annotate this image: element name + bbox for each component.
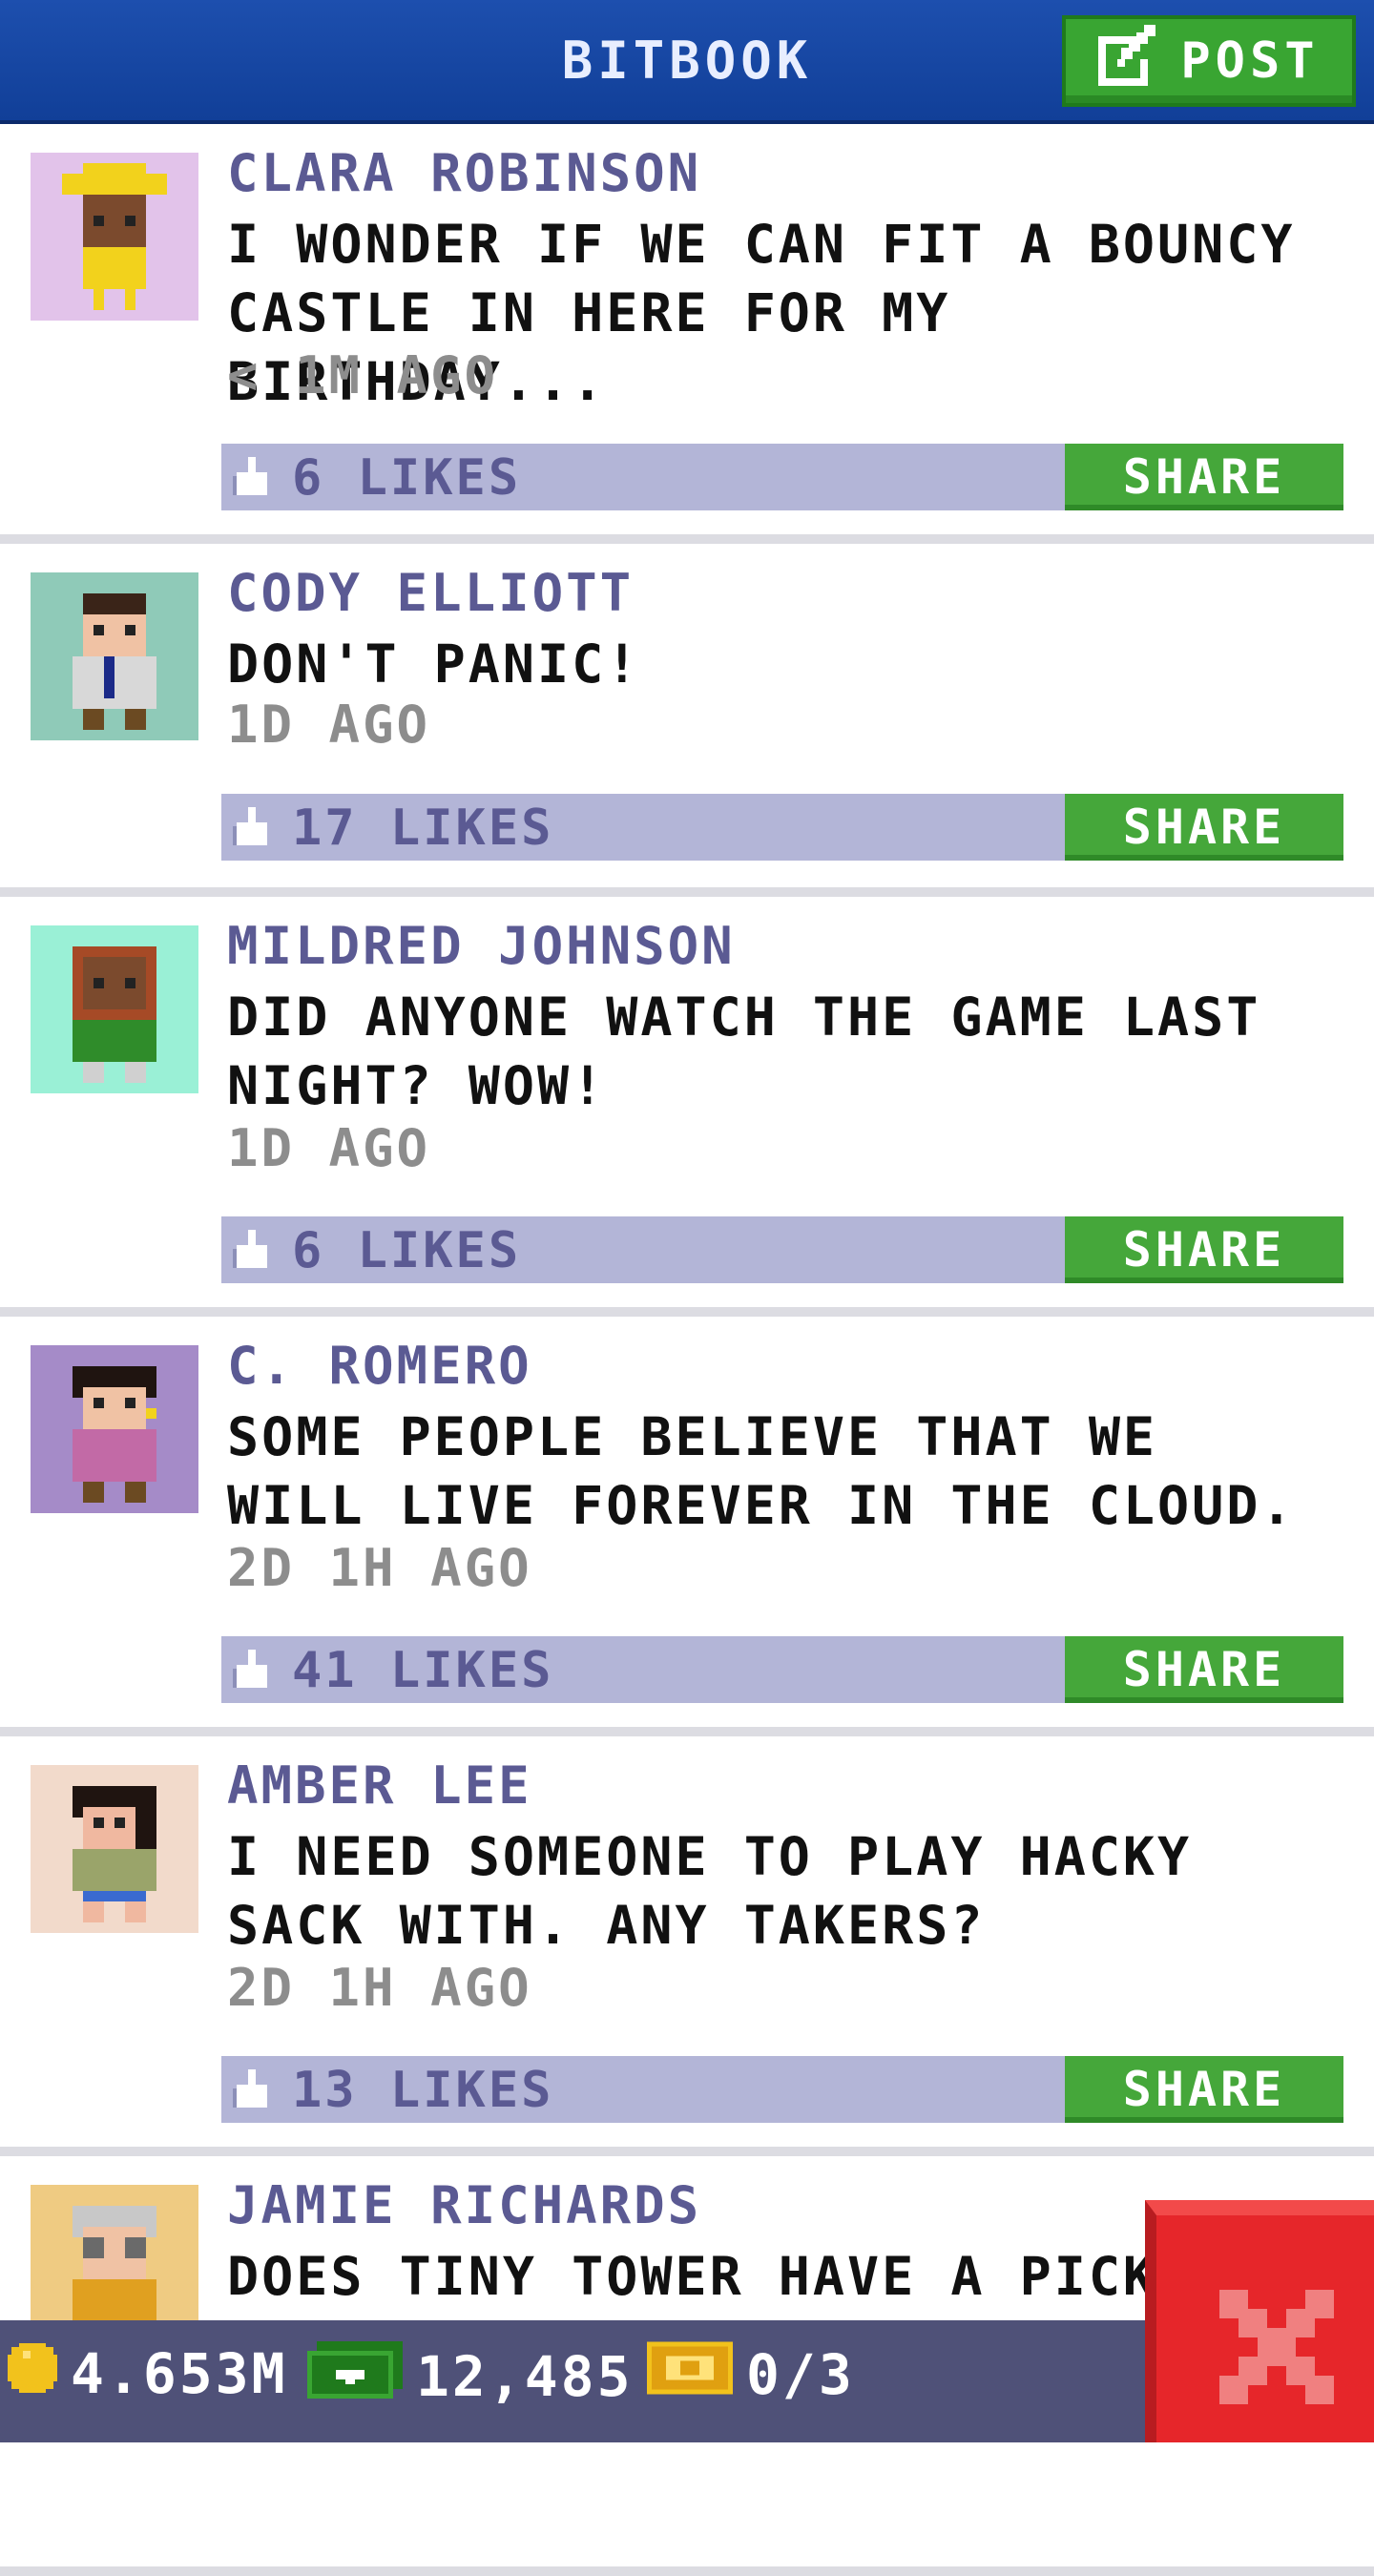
like-count: 13 LIKES bbox=[292, 2062, 554, 2119]
bux-icon bbox=[307, 2341, 403, 2412]
coin-icon bbox=[8, 2341, 57, 2406]
feed-post: CLARA ROBINSON I WONDER IF WE CAN FIT A … bbox=[0, 124, 1374, 544]
thumbs-up-icon[interactable] bbox=[233, 1230, 271, 1272]
share-button[interactable]: SHARE bbox=[1065, 2056, 1343, 2123]
like-bar: 17 LIKES SHARE bbox=[221, 794, 1343, 861]
share-button[interactable]: SHARE bbox=[1065, 794, 1343, 861]
post-author[interactable]: C. ROMERO bbox=[227, 1336, 532, 1396]
app-header: BITBOOK POST bbox=[0, 0, 1374, 124]
post-author[interactable]: MILDRED JOHNSON bbox=[227, 916, 736, 976]
post-message: DON'T PANIC! bbox=[227, 634, 641, 695]
like-count: 6 LIKES bbox=[292, 449, 522, 507]
bux-value: 12,485 bbox=[416, 2344, 634, 2409]
avatar[interactable] bbox=[31, 1345, 198, 1513]
avatar[interactable] bbox=[31, 153, 198, 321]
avatar[interactable] bbox=[31, 1765, 198, 1933]
feed-post: AMBER LEE I NEED SOMEONE TO PLAY HACKY S… bbox=[0, 1736, 1374, 2156]
share-button[interactable]: SHARE bbox=[1065, 1216, 1343, 1283]
post-timestamp: 2D 1H AGO bbox=[227, 1958, 532, 2018]
like-count: 17 LIKES bbox=[292, 800, 554, 857]
ticket-icon bbox=[647, 2341, 733, 2408]
post-author[interactable]: CODY ELLIOTT bbox=[227, 563, 634, 623]
like-bar: 6 LIKES SHARE bbox=[221, 1216, 1343, 1283]
thumbs-up-icon[interactable] bbox=[233, 2069, 271, 2111]
post-author[interactable]: JAMIE RICHARDS bbox=[227, 2175, 701, 2235]
post-message: I NEED SOMEONE TO PLAY HACKY SACK WITH. … bbox=[227, 1826, 1193, 1956]
tickets-value: 0/3 bbox=[746, 2342, 855, 2407]
close-icon bbox=[1219, 2290, 1334, 2404]
thumbs-up-icon[interactable] bbox=[233, 457, 271, 499]
post-author[interactable]: AMBER LEE bbox=[227, 1755, 532, 1816]
tickets-stat: 0/3 bbox=[647, 2341, 855, 2408]
post-author[interactable]: CLARA ROBINSON bbox=[227, 143, 701, 203]
post-message: SOME PEOPLE BELIEVE THAT WE WILL LIVE FO… bbox=[227, 1406, 1296, 1536]
like-bar: 41 LIKES SHARE bbox=[221, 1636, 1343, 1703]
feed-post: MILDRED JOHNSON DID ANYONE WATCH THE GAM… bbox=[0, 897, 1374, 1317]
like-count: 41 LIKES bbox=[292, 1642, 554, 1699]
feed-post: CODY ELLIOTT DON'T PANIC! 1D AGO 17 LIKE… bbox=[0, 544, 1374, 897]
post-message: DID ANYONE WATCH THE GAME LAST NIGHT? WO… bbox=[227, 987, 1261, 1116]
post-button-label: POST bbox=[1180, 32, 1320, 90]
coins-value: 4.653M bbox=[71, 2341, 288, 2406]
edit-icon bbox=[1098, 24, 1159, 98]
like-count: 6 LIKES bbox=[292, 1222, 522, 1279]
coins-stat: 4.653M bbox=[8, 2341, 288, 2406]
post-timestamp: < 1M AGO bbox=[227, 345, 499, 405]
avatar[interactable] bbox=[31, 925, 198, 1093]
like-bar: 6 LIKES SHARE bbox=[221, 444, 1343, 510]
thumbs-up-icon[interactable] bbox=[233, 807, 271, 849]
close-button[interactable] bbox=[1145, 2200, 1374, 2442]
like-bar: 13 LIKES SHARE bbox=[221, 2056, 1343, 2123]
post-timestamp: 2D 1H AGO bbox=[227, 1538, 532, 1598]
post-timestamp: 1D AGO bbox=[227, 695, 431, 755]
share-button[interactable]: SHARE bbox=[1065, 444, 1343, 510]
share-button[interactable]: SHARE bbox=[1065, 1636, 1343, 1703]
feed-post: C. ROMERO SOME PEOPLE BELIEVE THAT WE WI… bbox=[0, 1317, 1374, 1736]
bux-stat: 12,485 bbox=[307, 2341, 634, 2412]
post-timestamp: 1D AGO bbox=[227, 1118, 431, 1178]
post-button[interactable]: POST bbox=[1062, 15, 1356, 107]
avatar[interactable] bbox=[31, 572, 198, 740]
thumbs-up-icon[interactable] bbox=[233, 1650, 271, 1692]
